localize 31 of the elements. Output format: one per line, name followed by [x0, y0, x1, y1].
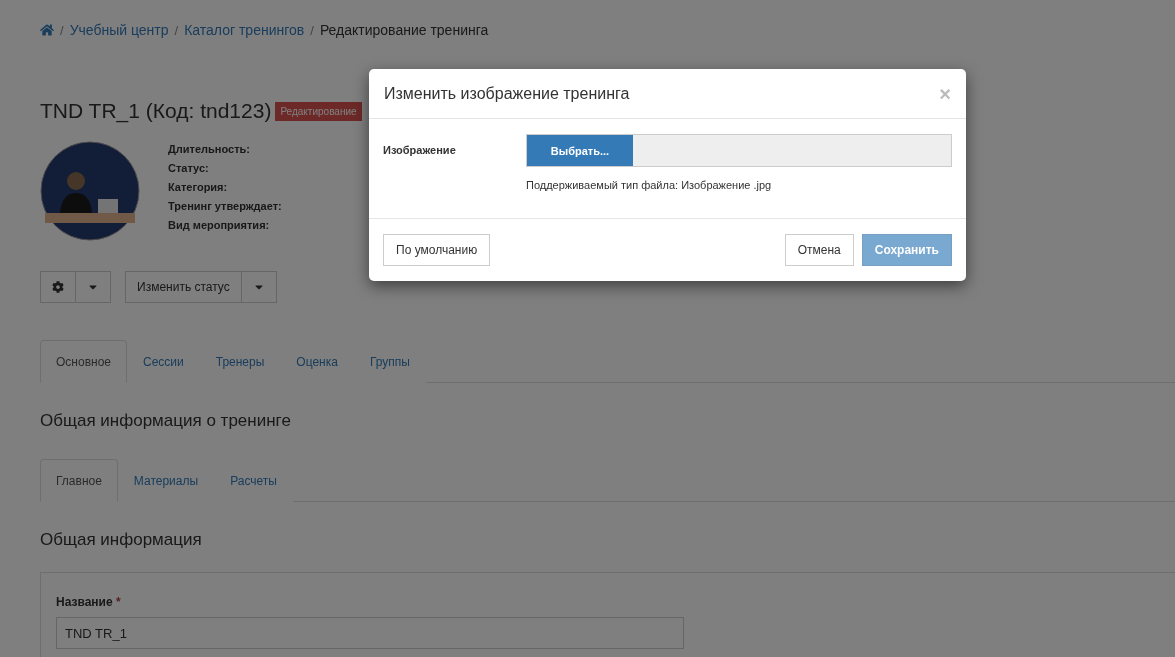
default-button[interactable]: По умолчанию — [383, 234, 491, 266]
field-label: Статус: — [168, 162, 210, 174]
breadcrumb-separator: / — [310, 22, 314, 38]
field-label: Изображение — [383, 143, 457, 158]
breadcrumb-separator: / — [174, 22, 179, 38]
close-button[interactable]: × — [939, 83, 951, 104]
breadcrumb-separator: / — [60, 22, 64, 38]
training-title: TND TR_1 (Код: tnd123) — [40, 99, 272, 123]
section-title: Общая информация — [40, 530, 203, 551]
settings-button[interactable] — [40, 271, 76, 303]
field-label: Вид мероприятия: — [168, 219, 271, 231]
tab[interactable]: Главное — [40, 459, 118, 502]
change-status-button[interactable]: Изменить статус — [125, 271, 242, 303]
field-label: Тренинг утверждает: — [168, 200, 282, 212]
tab[interactable]: Основное — [40, 340, 127, 383]
status-badge: Редактирование — [275, 101, 362, 121]
breadcrumb-link[interactable]: Учебный центр — [69, 22, 169, 38]
settings-icon — [52, 281, 64, 293]
cancel-button[interactable]: Отмена — [784, 234, 854, 266]
field-label: Категория: — [168, 181, 229, 193]
field-label: Длительность: — [168, 143, 251, 155]
name-input[interactable]: TND TR_1 — [56, 617, 684, 649]
hint-text: Поддерживаемый тип файла: Изображение .jpg — [526, 179, 773, 191]
section-title: Общая информация о тренинге — [40, 411, 292, 432]
home-icon[interactable] — [40, 23, 54, 37]
breadcrumb-link[interactable]: Каталог тренингов — [184, 22, 305, 38]
breadcrumb-current: Редактирование тренинга — [319, 22, 489, 38]
modal-title: Изменить изображение тренинга — [384, 84, 630, 103]
choose-button[interactable]: Выбрать... — [527, 135, 633, 166]
file-input[interactable]: Выбрать... — [526, 134, 952, 167]
field-label: Название * — [56, 595, 122, 609]
